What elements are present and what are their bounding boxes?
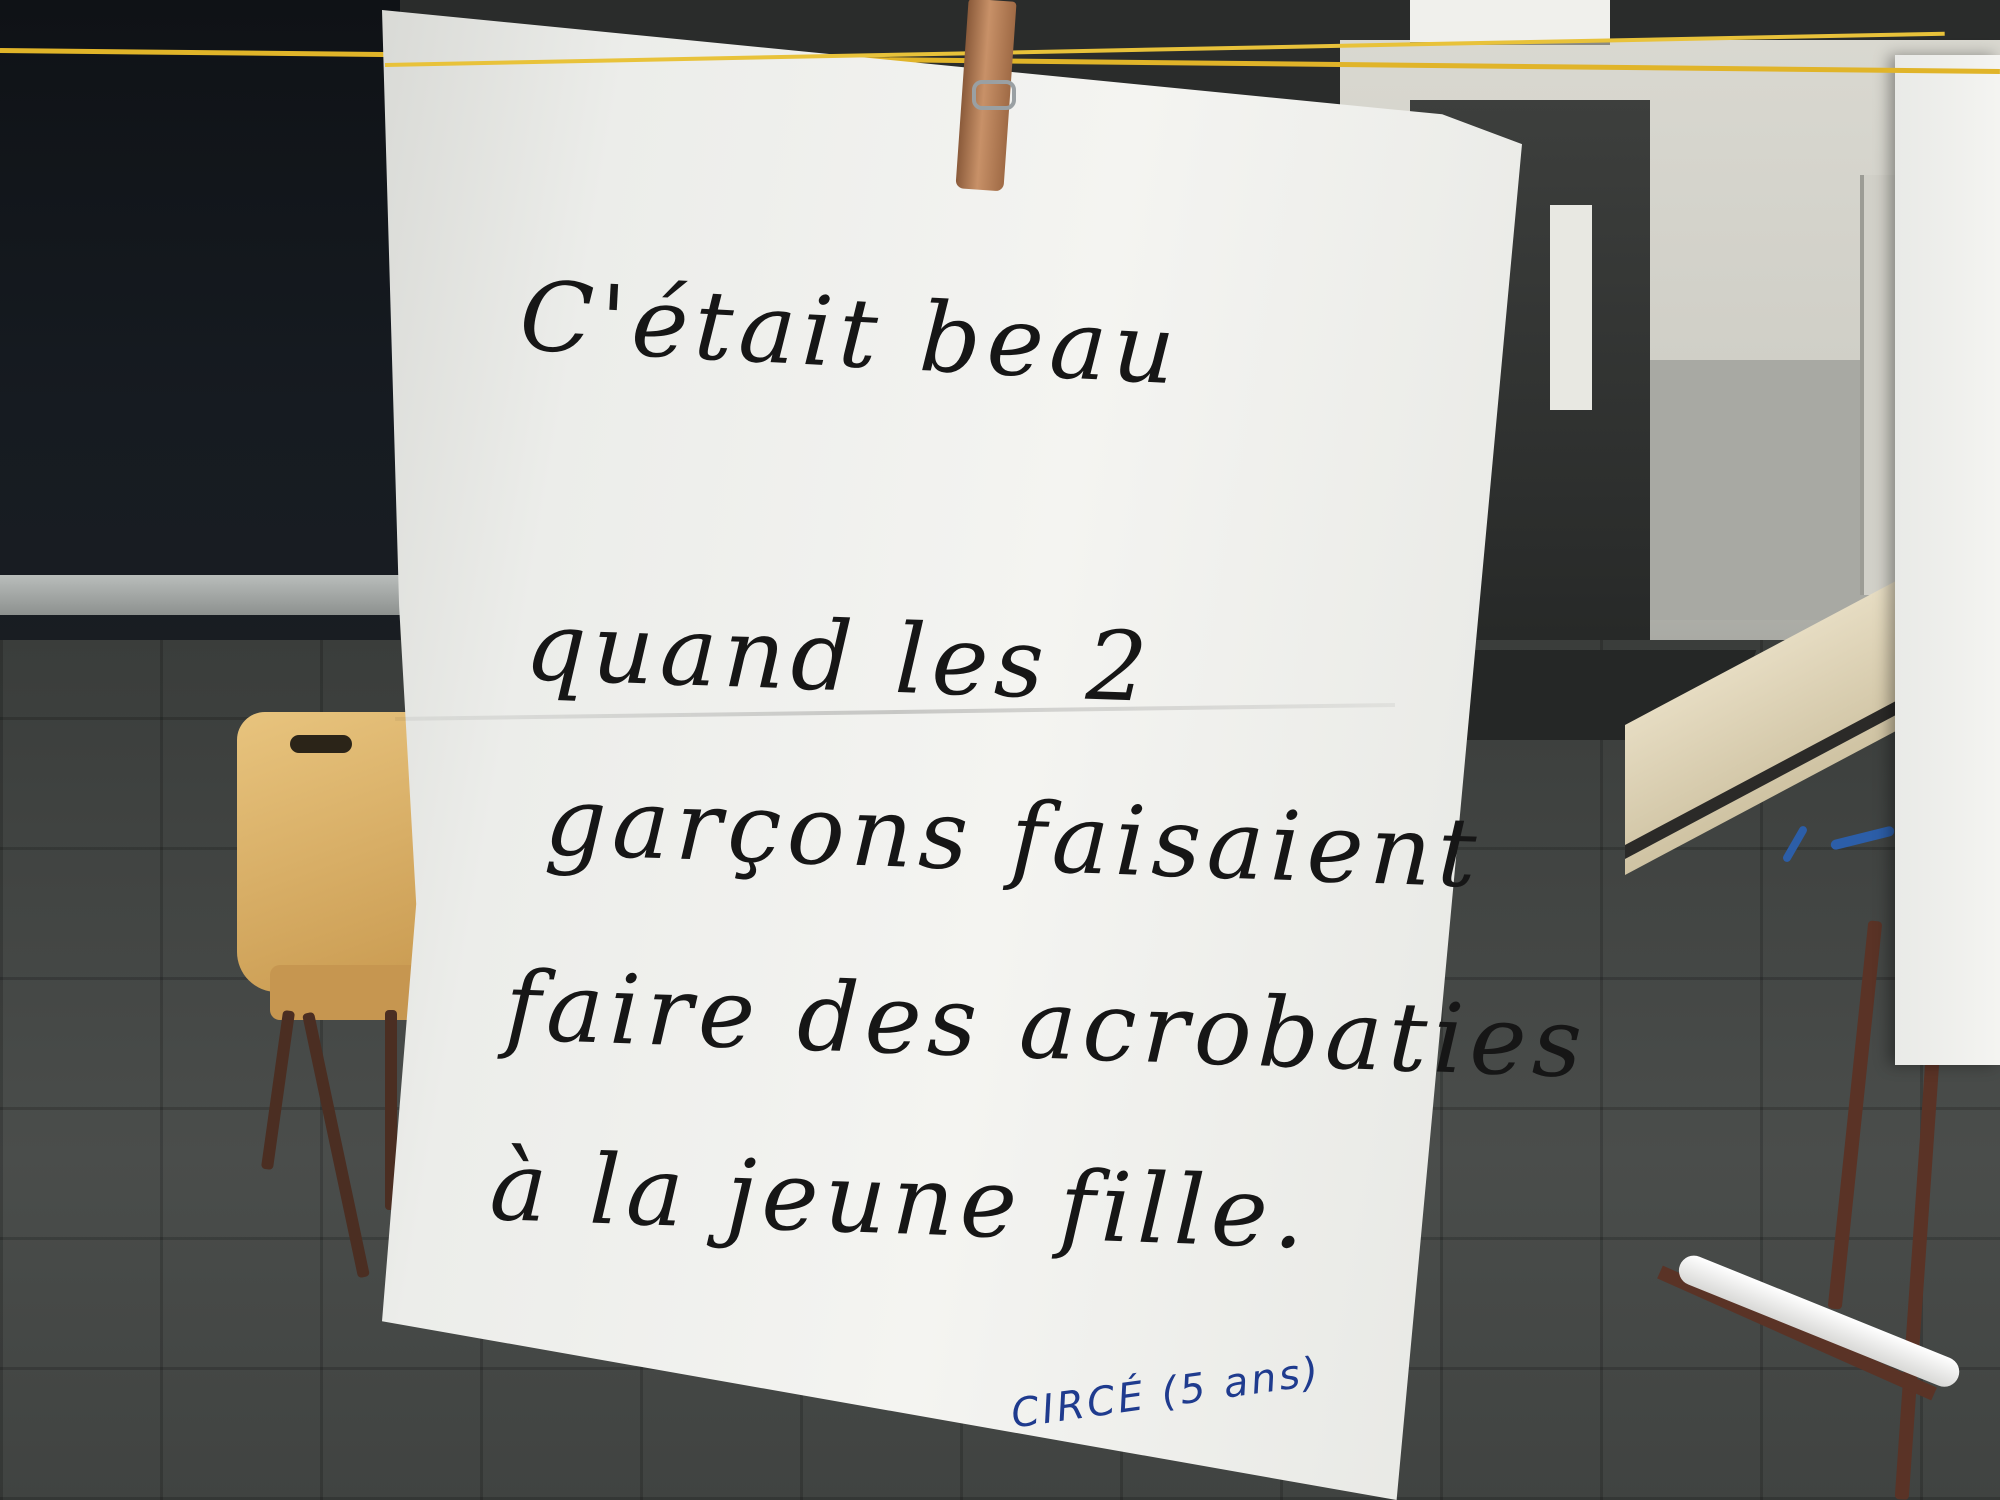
window-sill (0, 575, 400, 615)
handwritten-line-2: quand les 2 (523, 590, 1156, 724)
door-notice (1550, 205, 1592, 410)
paper-sheet (382, 10, 1522, 1500)
clothespin-spring (972, 80, 1016, 110)
second-paper-sheet (1895, 55, 2000, 1065)
chair-handle (290, 735, 352, 753)
photo-scene: C'était beau quand les 2 garçons faisaie… (0, 0, 2000, 1500)
chair-back (237, 712, 427, 992)
